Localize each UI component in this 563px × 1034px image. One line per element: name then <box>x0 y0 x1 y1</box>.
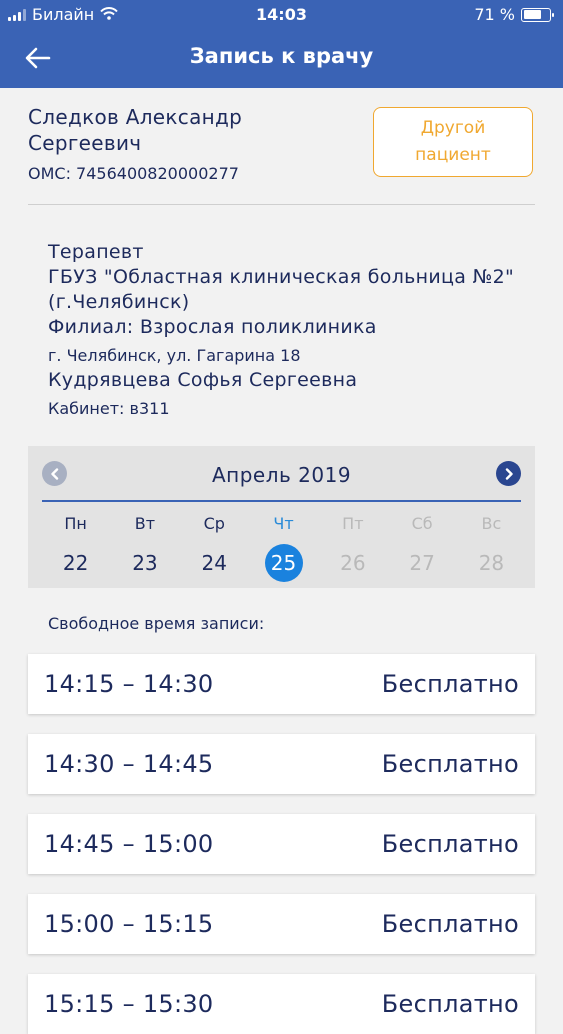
patient-name: Следков Александр Сергеевич <box>28 105 243 155</box>
week-calendar: Апрель 2019 Пн 22 Вт 23 Ср 24 Чт 25 Пт 26 Сб 27 Вс 28 <box>28 446 535 588</box>
day-of-week-label: Ср <box>203 514 225 533</box>
day-number: 23 <box>132 551 158 575</box>
calendar-day: Пт 26 <box>318 514 387 582</box>
time-slot[interactable]: 15:15 – 15:30 Бесплатно <box>28 974 535 1034</box>
other-patient-button[interactable]: Другой пациент <box>373 107 533 177</box>
day-of-week-label: Чт <box>273 514 294 533</box>
day-number: 28 <box>478 551 505 575</box>
slot-time: 14:45 – 15:00 <box>44 830 214 858</box>
day-number: 26 <box>340 551 366 575</box>
day-of-week-label: Вс <box>481 514 502 533</box>
status-bar: Билайн 14:03 71 % <box>0 0 563 30</box>
patient-oms: ОМС: 7456400820000277 <box>28 164 239 183</box>
cabinet-number: Кабинет: в311 <box>48 399 170 418</box>
slot-time: 15:15 – 15:30 <box>44 990 214 1018</box>
calendar-days: Пн 22 Вт 23 Ср 24 Чт 25 Пт 26 Сб 27 Вс 28 <box>28 514 535 582</box>
battery-icon <box>521 7 554 22</box>
day-of-week-label: Вт <box>134 514 156 533</box>
hospital-name: ГБУЗ "Областная клиническая больница №2"… <box>48 266 515 313</box>
calendar-day: Вс 28 <box>457 514 526 582</box>
doctor-specialty: Терапевт <box>48 241 144 263</box>
battery-fill <box>523 10 541 19</box>
prev-week-button[interactable] <box>42 461 67 486</box>
next-week-button[interactable] <box>496 461 521 486</box>
calendar-day[interactable]: Чт 25 <box>249 514 318 582</box>
slot-time: 14:30 – 14:45 <box>44 750 214 778</box>
slot-time: 15:00 – 15:15 <box>44 910 214 938</box>
day-number: 24 <box>201 551 227 575</box>
branch-name: Филиал: Взрослая поликлиника <box>48 316 377 338</box>
day-of-week-label: Пт <box>342 514 364 533</box>
app-header: Билайн 14:03 71 % Запись к врачу <box>0 0 563 88</box>
calendar-day: Сб 27 <box>387 514 456 582</box>
other-patient-label: Другой пациент <box>415 118 491 165</box>
time-slot[interactable]: 14:30 – 14:45 Бесплатно <box>28 734 535 794</box>
calendar-day[interactable]: Ср 24 <box>180 514 249 582</box>
slot-price: Бесплатно <box>381 990 519 1018</box>
calendar-day[interactable]: Вт 23 <box>110 514 179 582</box>
calendar-day[interactable]: Пн 22 <box>41 514 110 582</box>
hospital-address: г. Челябинск, ул. Гагарина 18 <box>48 346 301 365</box>
free-slots-label: Свободное время записи: <box>48 614 265 633</box>
battery-percent: 71 % <box>474 5 515 24</box>
time-slot[interactable]: 15:00 – 15:15 Бесплатно <box>28 894 535 954</box>
slot-price: Бесплатно <box>381 750 519 778</box>
day-of-week-label: Сб <box>411 514 433 533</box>
slot-price: Бесплатно <box>381 910 519 938</box>
calendar-header: Апрель 2019 <box>42 446 521 502</box>
time-slot[interactable]: 14:15 – 14:30 Бесплатно <box>28 654 535 714</box>
chevron-left-icon <box>50 467 58 480</box>
slot-price: Бесплатно <box>381 670 519 698</box>
doctor-info: Терапевт ГБУЗ "Областная клиническая бол… <box>48 240 518 418</box>
doctor-name: Кудрявцева Софья Сергеевна <box>48 369 358 391</box>
slot-price: Бесплатно <box>381 830 519 858</box>
day-number: 22 <box>62 551 89 575</box>
day-number: 25 <box>264 544 303 582</box>
day-of-week-label: Пн <box>64 514 87 533</box>
time-slot[interactable]: 14:45 – 15:00 Бесплатно <box>28 814 535 874</box>
calendar-month: Апрель 2019 <box>211 463 352 487</box>
chevron-right-icon <box>505 467 513 480</box>
patient-section: Следков Александр Сергеевич ОМС: 7456400… <box>28 100 535 205</box>
nav-bar: Запись к врачу <box>0 30 563 86</box>
page-title: Запись к врачу <box>189 44 374 68</box>
slot-time: 14:15 – 14:30 <box>44 670 214 698</box>
status-right: 71 % <box>474 5 554 24</box>
day-number: 27 <box>409 551 435 575</box>
